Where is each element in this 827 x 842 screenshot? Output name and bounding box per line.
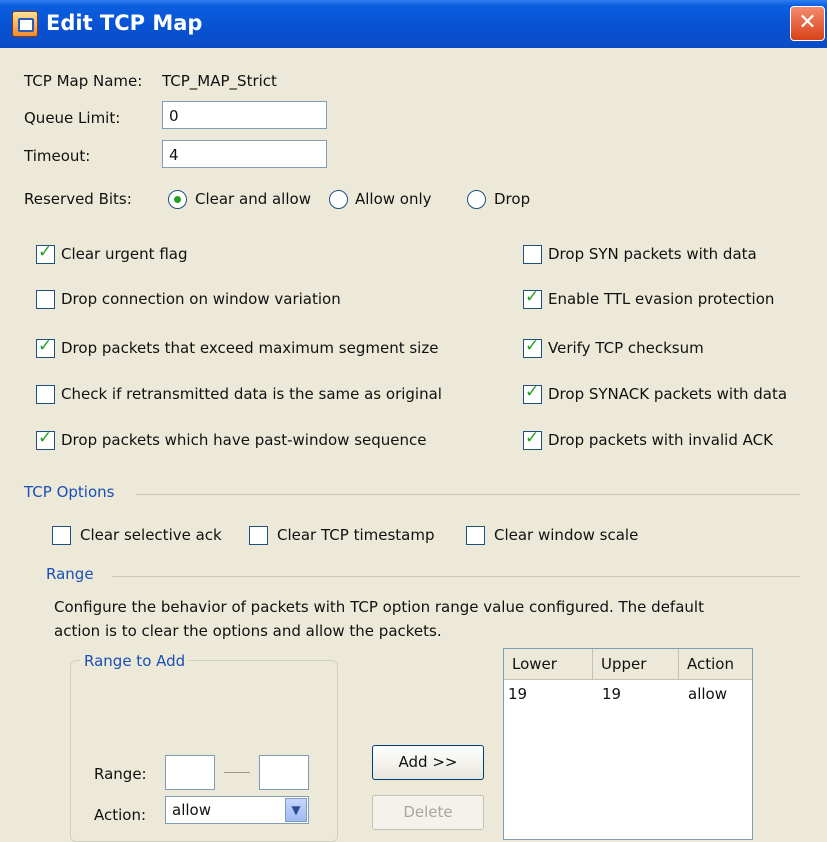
clear-window-scale-label: Clear window scale (494, 526, 639, 544)
drop-synack-with-data-label: Drop SYNACK packets with data (548, 385, 788, 403)
radio-allow-only-label: Allow only (355, 190, 432, 208)
drop-invalid-ack-label: Drop packets with invalid ACK (548, 431, 773, 449)
radio-drop-label: Drop (494, 190, 531, 208)
cell-lower[interactable]: 19 (504, 685, 527, 703)
chevron-down-icon[interactable]: ▼ (285, 798, 307, 822)
range-to-input[interactable] (259, 755, 309, 790)
cell-upper[interactable]: 19 (598, 685, 621, 703)
range-divider (112, 576, 800, 577)
cell-action[interactable]: allow (684, 685, 727, 703)
action-label: Action: (94, 806, 147, 824)
checkbox-clear-urgent-flag[interactable] (36, 242, 55, 264)
checkbox-drop-syn-with-data[interactable] (523, 245, 542, 264)
radio-clear-and-allow[interactable] (168, 190, 187, 209)
radio-drop[interactable] (467, 190, 486, 209)
range-description-line1: Configure the behavior of packets with T… (54, 598, 704, 616)
checkbox-drop-connection-window-variation[interactable] (36, 290, 55, 309)
range-title: Range (46, 565, 94, 583)
range-dash (224, 772, 250, 773)
tcp-options-divider (136, 494, 800, 495)
drop-exceed-mss-label: Drop packets that exceed maximum segment… (61, 339, 439, 357)
checkbox-check-retransmitted-data[interactable] (36, 385, 55, 404)
close-button[interactable]: ✕ (790, 6, 825, 41)
checkbox-drop-synack-with-data[interactable] (523, 382, 542, 404)
radio-allow-only[interactable] (329, 190, 348, 209)
tcp-options-title: TCP Options (24, 483, 115, 501)
radio-clear-and-allow-label: Clear and allow (195, 190, 311, 208)
window-title: Edit TCP Map (46, 11, 203, 35)
column-header-action[interactable]: Action (679, 649, 752, 679)
column-header-upper[interactable]: Upper (593, 649, 679, 679)
clear-tcp-timestamp-label: Clear TCP timestamp (277, 526, 435, 544)
checkbox-clear-tcp-timestamp[interactable] (249, 526, 268, 545)
action-select[interactable]: allow ▼ (165, 796, 309, 824)
app-icon (12, 11, 38, 37)
map-name-label: TCP Map Name: (24, 72, 143, 90)
checkbox-drop-exceed-mss[interactable] (36, 336, 55, 358)
reserved-bits-label: Reserved Bits: (24, 190, 132, 208)
range-table[interactable]: Lower Upper Action 19 19 allow (503, 648, 753, 840)
range-description-line2: action is to clear the options and allow… (54, 622, 442, 640)
check-retransmitted-data-label: Check if retransmitted data is the same … (61, 385, 442, 403)
checkbox-ttl-evasion[interactable] (523, 287, 542, 309)
queue-limit-input[interactable]: 0 (162, 101, 327, 129)
drop-past-window-sequence-label: Drop packets which have past-window sequ… (61, 431, 427, 449)
ttl-evasion-label: Enable TTL evasion protection (548, 290, 775, 308)
table-header: Lower Upper Action (504, 649, 752, 680)
checkbox-verify-tcp-checksum[interactable] (523, 336, 542, 358)
drop-syn-with-data-label: Drop SYN packets with data (548, 245, 757, 263)
clear-urgent-flag-label: Clear urgent flag (61, 245, 188, 263)
range-from-input[interactable] (165, 755, 215, 790)
verify-tcp-checksum-label: Verify TCP checksum (548, 339, 704, 357)
timeout-input[interactable]: 4 (162, 140, 327, 168)
column-header-lower[interactable]: Lower (504, 649, 593, 679)
queue-limit-label: Queue Limit: (24, 109, 121, 127)
drop-connection-window-variation-label: Drop connection on window variation (61, 290, 341, 308)
range-label: Range: (94, 765, 147, 783)
title-bar: Edit TCP Map ✕ (0, 0, 827, 48)
checkbox-clear-window-scale[interactable] (466, 526, 485, 545)
range-to-add-title: Range to Add (80, 652, 190, 670)
add-button[interactable]: Add >> (372, 745, 484, 780)
checkbox-drop-past-window-sequence[interactable] (36, 428, 55, 450)
map-name-value: TCP_MAP_Strict (162, 72, 277, 90)
timeout-label: Timeout: (24, 147, 91, 165)
checkbox-drop-invalid-ack[interactable] (523, 428, 542, 450)
checkbox-clear-selective-ack[interactable] (52, 526, 71, 545)
action-select-value: allow (172, 801, 211, 819)
clear-selective-ack-label: Clear selective ack (80, 526, 222, 544)
